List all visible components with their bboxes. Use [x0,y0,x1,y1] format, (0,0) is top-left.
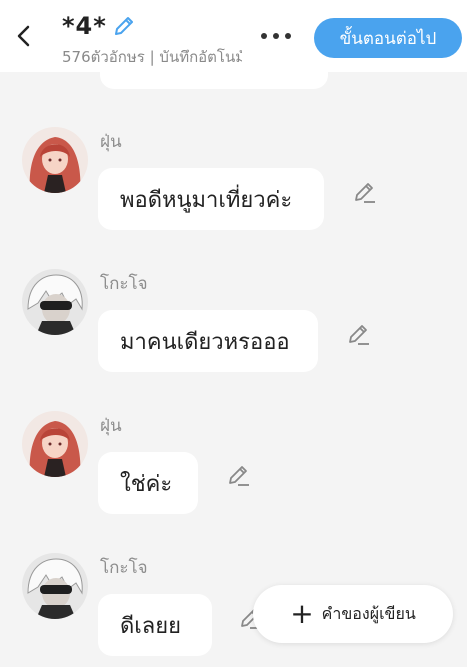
next-step-button[interactable]: ขั้นตอนต่อไป [314,18,462,58]
avatar-white-hair[interactable] [22,269,88,335]
message-bubble[interactable]: ดีเลยย [98,594,212,656]
avatar-white-hair[interactable] [22,553,88,619]
avatar-white-hair-image [22,269,88,335]
avatar-red-hair-image [22,411,88,477]
speaker-name: ฝุ่น [100,132,122,152]
story-title: *4* [62,12,107,40]
avatar-red-hair[interactable] [22,127,88,193]
author-note-label: คำของผู้เขียน [321,603,416,623]
chat-editor-screen: *4* 576ตัวอักษร | บันทึกอัตโนมัติ ขั้นตอ… [0,0,467,667]
message-bubble[interactable]: ใช่ค่ะ [98,452,198,514]
speaker-name: โกะโจ [100,558,148,578]
character-count-status: 576ตัวอักษร | บันทึกอัตโนมัติ [62,48,242,66]
author-note-button[interactable]: + คำของผู้เขียน [253,585,453,643]
top-bar: *4* 576ตัวอักษร | บันทึกอัตโนมัติ ขั้นตอ… [0,0,467,72]
title-area: *4* [62,12,137,40]
speaker-name: ฝุ่น [100,416,122,436]
avatar-red-hair[interactable] [22,411,88,477]
pencil-icon[interactable] [346,322,372,348]
speaker-name: โกะโจ [100,274,148,294]
pencil-icon[interactable] [226,463,252,489]
more-dots-icon [261,33,291,39]
pencil-icon[interactable] [111,13,137,39]
plus-icon: + [290,597,314,630]
message-bubble[interactable]: มาคนเดียวหรอออ [98,310,318,372]
chevron-left-icon [17,25,30,47]
message-bubble[interactable]: พอดีหนูมาเที่ยวค่ะ [98,168,324,230]
avatar-white-hair-image [22,553,88,619]
back-button[interactable] [8,18,40,54]
pencil-icon[interactable] [352,180,378,206]
more-button[interactable] [258,24,294,48]
avatar-red-hair-image [22,127,88,193]
